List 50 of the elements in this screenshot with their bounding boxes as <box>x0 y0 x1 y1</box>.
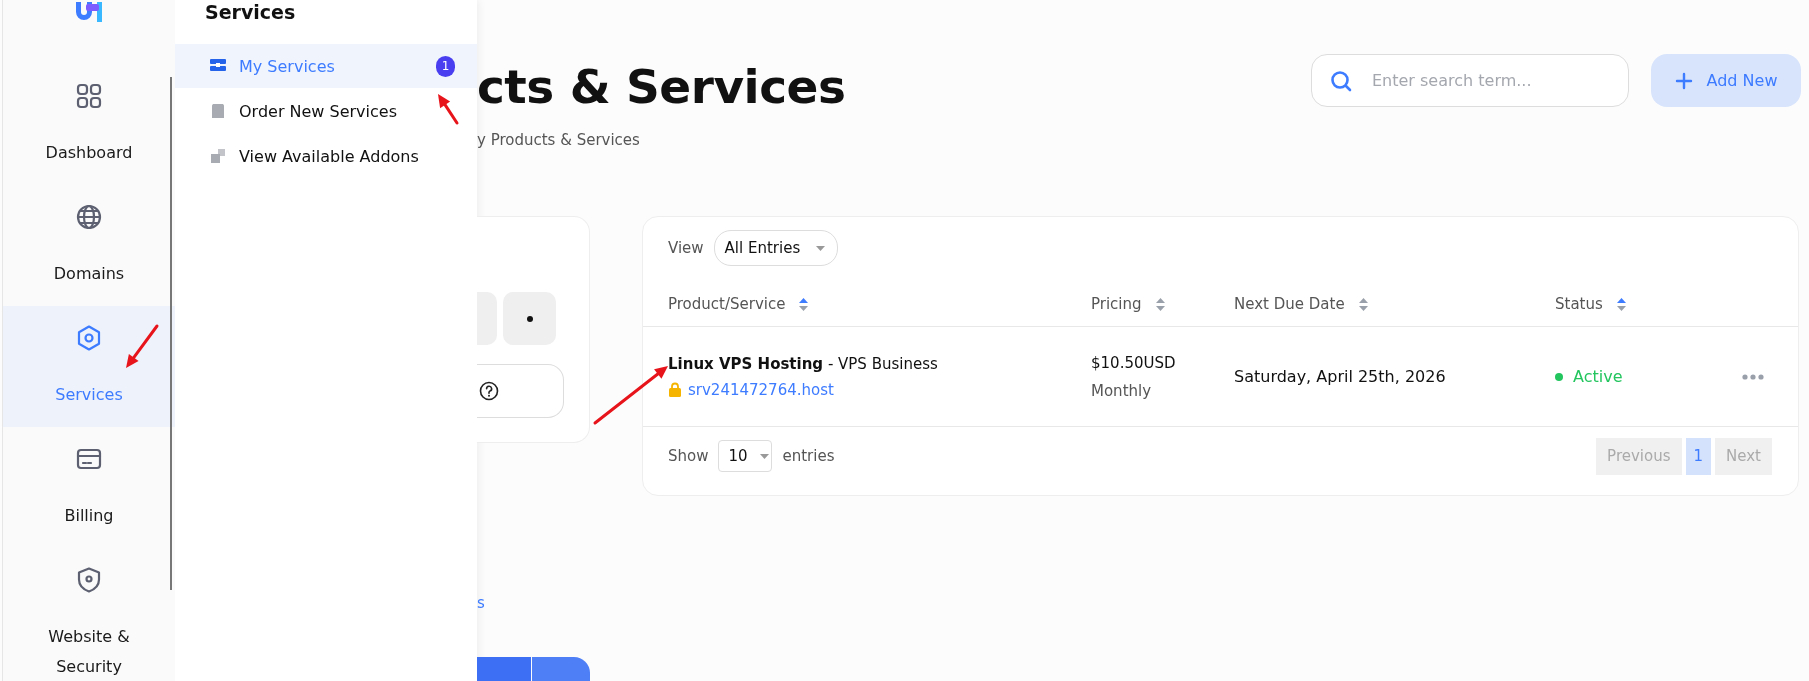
domain-link[interactable]: srv241472764.host <box>688 380 834 399</box>
search-field[interactable]: Enter search term... <box>1311 54 1629 107</box>
caret-icon <box>816 245 826 251</box>
plus-icon <box>1674 71 1693 90</box>
due-date: Saturday, April 25th, 2026 <box>1234 367 1447 386</box>
menu-item[interactable]: My Services 1 <box>175 44 477 88</box>
caret-icon <box>759 453 769 459</box>
column-header[interactable]: Next Due Date <box>1234 282 1555 327</box>
page-size-dropdown[interactable]: 10 <box>718 440 773 472</box>
lock-icon <box>668 382 682 397</box>
menu-item[interactable]: View Available Addons <box>175 134 477 178</box>
annotation-arrow <box>126 324 159 368</box>
column-header[interactable]: Product/Service <box>643 282 1091 327</box>
billing-cycle: Monthly <box>1091 381 1153 400</box>
logo-icon <box>73 0 105 22</box>
link[interactable]: s <box>477 593 590 613</box>
more-icon[interactable] <box>1742 373 1764 380</box>
status-text: Active <box>1573 367 1623 386</box>
squares-icon <box>209 147 227 165</box>
menu-item[interactable]: Order New Services <box>175 89 477 133</box>
column-header[interactable]: Pricing <box>1091 282 1234 327</box>
globe-icon <box>75 203 103 231</box>
sidebar-item[interactable]: Billing <box>3 427 175 548</box>
count-badge: 1 <box>436 55 455 77</box>
view-label: View <box>668 239 704 257</box>
help-icon <box>479 381 499 401</box>
view-dropdown[interactable]: All Entries <box>713 230 839 266</box>
action-button[interactable] <box>531 657 590 681</box>
breadcrumb: y Products & Services <box>477 130 641 151</box>
box-icon <box>209 102 227 120</box>
annotation-arrow <box>438 94 459 125</box>
sidebar-item[interactable]: Domains <box>3 185 175 306</box>
column-header[interactable]: Status <box>1555 282 1742 327</box>
product-name: Linux VPS Hosting - VPS Business <box>668 354 939 373</box>
dot-icon <box>526 315 533 322</box>
sidebar-item[interactable]: Website & Security <box>3 548 175 681</box>
sidebar-item[interactable]: Dashboard <box>3 64 175 185</box>
entries-label: entries <box>782 447 835 465</box>
search-input[interactable]: Enter search term... <box>1370 70 1614 91</box>
hexagon-icon <box>75 324 103 352</box>
price: $10.50USD <box>1091 353 1177 372</box>
menu-heading: Services <box>204 0 297 25</box>
search-icon <box>1330 69 1352 92</box>
shield-icon <box>75 566 103 594</box>
scrollbar[interactable] <box>170 77 172 590</box>
input-field[interactable] <box>477 364 564 418</box>
grid-icon <box>75 82 103 110</box>
page-title: cts & Services <box>477 58 846 116</box>
option-button[interactable] <box>503 292 556 345</box>
show-label: Show <box>668 447 709 465</box>
